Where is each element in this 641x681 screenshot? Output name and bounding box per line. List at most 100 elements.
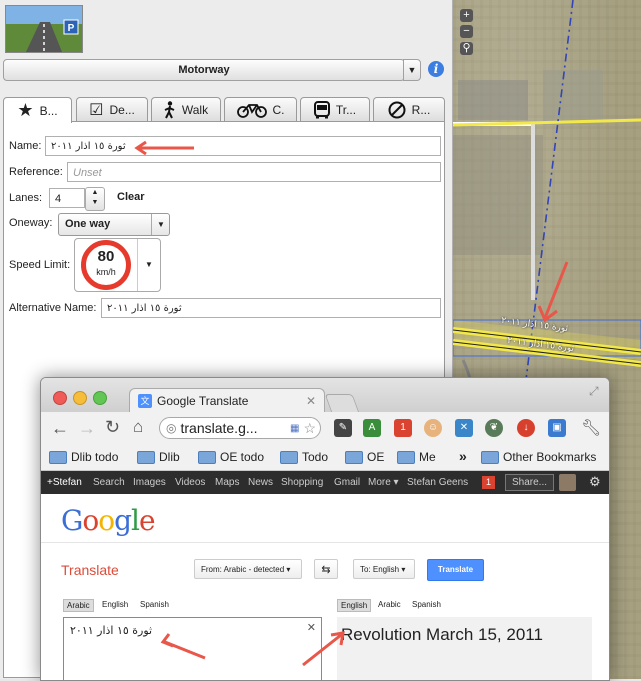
lanes-stepper[interactable]: ▲ ▼: [85, 187, 105, 211]
preset-dropdown-button[interactable]: ▼: [403, 59, 421, 81]
more-bookmarks-chevron-icon[interactable]: »: [459, 448, 467, 464]
chevron-down-icon[interactable]: ▼: [137, 239, 160, 291]
gbar-user-name[interactable]: Stefan Geens: [407, 477, 468, 488]
gbar-link[interactable]: +Stefan: [47, 477, 82, 488]
gbar-link[interactable]: Videos: [175, 477, 205, 488]
source-text: ثورة ١٥ اذار ٢٠١١: [70, 624, 153, 637]
bookmark-label: Todo: [302, 450, 329, 464]
zoom-out-button[interactable]: −: [460, 25, 473, 38]
tab-walk[interactable]: Walk: [151, 97, 221, 122]
close-window-button[interactable]: [53, 391, 67, 405]
tab-label: De...: [109, 103, 135, 117]
bookmark-folder[interactable]: Dlib: [137, 450, 180, 464]
reload-icon[interactable]: ↻: [105, 417, 120, 438]
gbar-link[interactable]: Gmail: [334, 477, 360, 488]
name-field[interactable]: ثورة ١٥ اذار ٢٠١١: [45, 136, 441, 156]
translation-text: Revolution March 15, 2011: [341, 625, 543, 644]
gbar-link[interactable]: Images: [133, 477, 166, 488]
other-bookmarks-folder[interactable]: Other Bookmarks: [481, 450, 596, 464]
oneway-select[interactable]: One way ▼: [58, 213, 170, 236]
zoom-window-button[interactable]: [93, 391, 107, 405]
share-box[interactable]: Share...: [505, 474, 555, 491]
face-extension-icon[interactable]: ☺: [424, 419, 442, 437]
preset-name: Motorway: [178, 64, 230, 76]
to-language-select[interactable]: To: English ▾: [353, 559, 415, 579]
clear-button[interactable]: Clear: [117, 191, 145, 203]
pedestrian-icon: [164, 101, 175, 119]
tab-label: Walk: [181, 103, 209, 117]
target-lang-tab[interactable]: Arabic: [375, 599, 404, 610]
tab-cycle[interactable]: C.: [224, 97, 297, 122]
browser-tab[interactable]: 文 Google Translate ✕: [129, 388, 325, 412]
speed-limit-control[interactable]: 80 km/h ▼: [74, 238, 161, 292]
chevron-up-icon[interactable]: ▲: [86, 188, 104, 198]
name-label: Name:: [9, 140, 42, 152]
reference-field[interactable]: Unset: [67, 162, 441, 182]
annotation-arrow: [302, 631, 345, 667]
source-lang-tab[interactable]: English: [99, 599, 131, 610]
tab-transport[interactable]: Tr...: [300, 97, 370, 122]
bookmark-folder[interactable]: Me: [397, 450, 436, 464]
url-text: translate.g...: [180, 420, 258, 436]
google-translate-favicon-icon: 文: [138, 393, 152, 408]
lanes-field[interactable]: 4: [49, 188, 85, 208]
tab-restrictions[interactable]: R...: [373, 97, 445, 122]
bookmark-folder[interactable]: Todo: [280, 450, 328, 464]
screen-capture-icon[interactable]: ▣: [548, 419, 566, 437]
minimize-window-button[interactable]: [73, 391, 87, 405]
bookmark-star-icon[interactable]: ☆: [303, 420, 316, 437]
gbar-link[interactable]: News: [248, 477, 273, 488]
translate-extension-icon[interactable]: A: [363, 419, 381, 437]
source-lang-tab[interactable]: Arabic: [63, 599, 94, 612]
extension-icon[interactable]: ✎: [334, 419, 352, 437]
target-lang-tab[interactable]: Spanish: [409, 599, 444, 610]
browser-titlebar: 文 Google Translate ✕ ⤢: [41, 378, 609, 413]
x-extension-icon[interactable]: ✕: [455, 419, 473, 437]
lanes-label: Lanes:: [9, 192, 43, 204]
chevron-down-icon[interactable]: ▼: [86, 198, 104, 208]
preset-thumbnail: P: [5, 5, 83, 53]
gbar-link[interactable]: Maps: [215, 477, 239, 488]
avatar[interactable]: [559, 474, 576, 491]
chevron-down-icon: ▼: [151, 214, 170, 235]
back-icon[interactable]: ←: [51, 418, 69, 439]
translate-button[interactable]: Translate: [427, 559, 484, 581]
gbar-more-link[interactable]: More ▾: [368, 477, 399, 488]
tab-details[interactable]: ☑ De...: [76, 97, 148, 122]
target-lang-tab[interactable]: English: [337, 599, 372, 612]
badge-count: 1: [400, 422, 406, 433]
info-icon[interactable]: i: [428, 61, 444, 77]
home-icon[interactable]: ⌂: [133, 417, 143, 437]
download-icon[interactable]: ↓: [517, 419, 535, 437]
evernote-icon[interactable]: ❦: [485, 419, 503, 437]
bookmark-label: Other Bookmarks: [503, 450, 597, 464]
gbar-link[interactable]: Shopping: [281, 477, 323, 488]
browser-toolbar: ← → ↻ ⌂ ◎ translate.g... ▦ ☆ ✎ A 1 ☺ ✕ ❦…: [41, 412, 609, 446]
gear-icon[interactable]: ⚙: [589, 474, 601, 490]
close-tab-icon[interactable]: ✕: [306, 394, 316, 408]
translate-page-icon[interactable]: ▦: [290, 423, 299, 434]
magnifier-icon[interactable]: ⚲: [460, 42, 473, 55]
notification-badge[interactable]: 1: [394, 419, 412, 437]
bookmark-folder[interactable]: OE: [345, 450, 384, 464]
gbar-link[interactable]: Search: [93, 477, 125, 488]
folder-icon: [137, 450, 155, 464]
bookmarks-bar: Dlib todo Dlib OE todo Todo OE Me » Othe…: [41, 446, 609, 471]
fullscreen-icon[interactable]: ⤢: [589, 384, 599, 399]
preset-selector[interactable]: Motorway: [3, 59, 405, 81]
address-bar[interactable]: ◎ translate.g... ▦ ☆: [159, 417, 321, 439]
new-tab-button[interactable]: [324, 394, 360, 413]
bookmark-folder[interactable]: OE todo: [198, 450, 264, 464]
forward-icon[interactable]: →: [78, 418, 96, 439]
bookmark-folder[interactable]: Dlib todo: [49, 450, 118, 464]
from-language-select[interactable]: From: Arabic - detected ▾: [194, 559, 302, 579]
wrench-icon[interactable]: 🔧︎: [581, 418, 601, 438]
tab-basic[interactable]: ★ B...: [3, 97, 72, 123]
gbar-notification-count[interactable]: 1: [482, 476, 495, 489]
checkbox-icon: ☑: [89, 102, 104, 119]
alternative-name-field[interactable]: ثورة ١٥ اذار ٢٠١١: [101, 298, 441, 318]
zoom-in-button[interactable]: +: [460, 9, 473, 22]
source-lang-tab[interactable]: Spanish: [137, 599, 172, 610]
swap-languages-button[interactable]: ⇆: [314, 559, 338, 579]
motorway-icon: P: [6, 6, 82, 52]
